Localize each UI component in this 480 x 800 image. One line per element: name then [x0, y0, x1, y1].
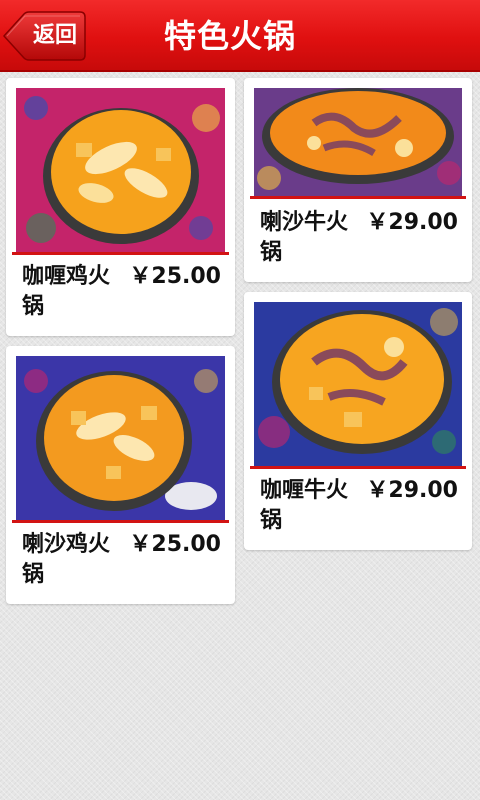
dish-name: 喇沙牛火锅	[260, 210, 349, 265]
dish-name: 咖喱鸡火锅	[22, 264, 111, 319]
dish-name: 喇沙鸡火锅	[22, 532, 111, 587]
divider	[250, 466, 466, 469]
dish-price: ￥29.00	[366, 210, 458, 235]
dish-price: ￥25.00	[129, 532, 221, 557]
title-bar: 返回 特色火锅	[0, 0, 480, 72]
divider	[12, 252, 229, 255]
dish-price: ￥29.00	[366, 478, 458, 503]
dish-price: ￥25.00	[129, 264, 221, 289]
dish-photo	[254, 302, 462, 466]
divider	[250, 196, 466, 199]
dish-photo	[254, 88, 462, 196]
divider	[12, 520, 229, 523]
dish-name: 咖喱牛火锅	[260, 478, 349, 533]
dish-card[interactable]: 喇沙牛火锅 ￥29.00	[244, 78, 472, 282]
dish-photo	[16, 356, 225, 520]
page-title: 特色火锅	[163, 17, 296, 55]
dish-card[interactable]: 喇沙鸡火锅 ￥25.00	[6, 346, 235, 604]
dish-card[interactable]: 咖喱牛火锅 ￥29.00	[244, 292, 472, 550]
dish-card[interactable]: 咖喱鸡火锅 ￥25.00	[6, 78, 235, 336]
dish-photo	[16, 88, 225, 252]
